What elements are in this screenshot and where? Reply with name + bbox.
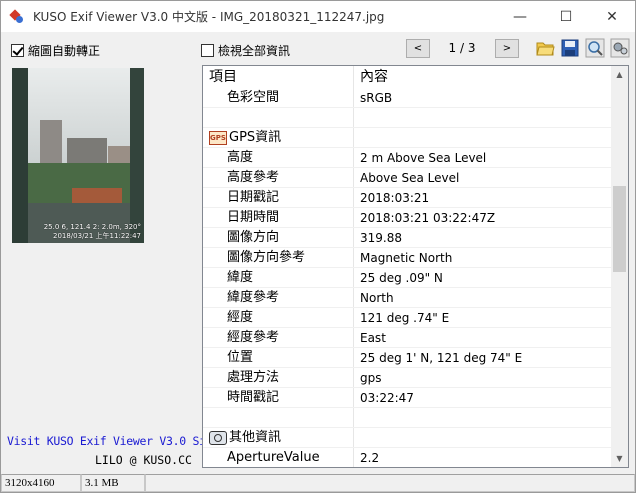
- row-key: 其他資訊: [203, 428, 354, 447]
- table-row[interactable]: ApertureValue 2.2: [203, 448, 613, 467]
- row-key: 日期時間: [203, 208, 354, 227]
- grid-scrollbar[interactable]: ▲ ▼: [611, 66, 628, 467]
- table-row[interactable]: 處理方法 gps: [203, 368, 613, 388]
- row-key: 圖像方向參考: [203, 248, 354, 267]
- table-row[interactable]: 緯度參考 North: [203, 288, 613, 308]
- table-row[interactable]: 高度 2 m Above Sea Level: [203, 148, 613, 168]
- row-key: 日期戳記: [203, 188, 354, 207]
- grid-rows: 色彩空間 sRGB GPS GPS資訊 高度 2 m Above Sea Level 高度參…: [203, 88, 613, 467]
- status-bar: 3120x4160 3.1 MB: [1, 474, 635, 492]
- row-value: 2.2: [360, 451, 380, 465]
- save-icon[interactable]: [560, 38, 580, 58]
- scroll-up-arrow-icon[interactable]: ▲: [611, 66, 628, 83]
- close-button[interactable]: ✕: [589, 1, 635, 32]
- open-folder-icon[interactable]: [535, 38, 555, 58]
- table-row[interactable]: 緯度 25 deg .09" N: [203, 268, 613, 288]
- table-row[interactable]: 時間戳記 03:22:47: [203, 388, 613, 408]
- row-value: 121 deg .74" E: [360, 311, 450, 325]
- row-value: [354, 128, 360, 147]
- row-value: 03:22:47: [360, 391, 414, 405]
- row-key: 時間戳記: [203, 388, 354, 407]
- row-value: 2018:03:21 03:22:47Z: [360, 211, 496, 225]
- window-title: KUSO Exif Viewer V3.0 中文版 - IMG_20180321…: [33, 10, 385, 24]
- section-row[interactable]: 其他資訊: [203, 428, 613, 448]
- status-resolution: 3120x4160: [1, 474, 81, 492]
- table-row[interactable]: 經度參考 East: [203, 328, 613, 348]
- table-row[interactable]: 圖像方向參考 Magnetic North: [203, 248, 613, 268]
- table-row[interactable]: 位置 25 deg 1' N, 121 deg 74" E: [203, 348, 613, 368]
- status-filesize: 3.1 MB: [81, 474, 145, 492]
- table-row[interactable]: 色彩空間 sRGB: [203, 88, 613, 108]
- row-value: North: [360, 291, 394, 305]
- row-value: Above Sea Level: [360, 171, 460, 185]
- row-value: 2018:03:21: [360, 191, 430, 205]
- row-value: 319.88: [360, 231, 402, 245]
- row-key: 位置: [203, 348, 354, 367]
- row-key: 緯度參考: [203, 288, 354, 307]
- photo-date-stamp: 2018/03/21 上午11:22:47: [52, 232, 141, 240]
- column-header-content[interactable]: 內容: [354, 66, 388, 88]
- row-key: [203, 408, 354, 427]
- table-row[interactable]: 經度 121 deg .74" E: [203, 308, 613, 328]
- author-credit: LILO @ KUSO.CC: [95, 453, 192, 467]
- table-row[interactable]: 圖像方向 319.88: [203, 228, 613, 248]
- row-key: 緯度: [203, 268, 354, 287]
- row-key: 圖像方向: [203, 228, 354, 247]
- show-all-checkbox[interactable]: 檢視全部資訊: [201, 42, 290, 59]
- row-value: 25 deg 1' N, 121 deg 74" E: [360, 351, 523, 365]
- table-row[interactable]: [203, 408, 613, 428]
- exif-grid[interactable]: 項目 內容 色彩空間 sRGB GPS GPS資訊 高度 2 m Above Sea Le…: [202, 65, 629, 468]
- column-header-item[interactable]: 項目: [203, 66, 354, 88]
- row-key: 處理方法: [203, 368, 354, 387]
- scroll-down-arrow-icon[interactable]: ▼: [611, 450, 628, 467]
- table-row[interactable]: 日期戳記 2018:03:21: [203, 188, 613, 208]
- section-label: GPS資訊: [229, 129, 282, 145]
- scroll-thumb[interactable]: [613, 186, 626, 272]
- auto-rotate-label: 縮圖自動轉正: [28, 44, 101, 58]
- section-row[interactable]: GPS GPS資訊: [203, 128, 613, 148]
- row-key: ApertureValue: [203, 448, 354, 467]
- row-value: 2 m Above Sea Level: [360, 151, 487, 165]
- app-icon: [9, 8, 25, 25]
- row-key: 高度: [203, 148, 354, 167]
- row-value: [354, 408, 360, 427]
- title-bar: KUSO Exif Viewer V3.0 中文版 - IMG_20180321…: [1, 1, 635, 32]
- show-all-checkbox-box[interactable]: [201, 44, 214, 57]
- camera-icon: [209, 430, 227, 445]
- settings-icon[interactable]: [610, 38, 630, 58]
- zoom-icon[interactable]: [585, 38, 605, 58]
- table-row[interactable]: 高度參考 Above Sea Level: [203, 168, 613, 188]
- next-button[interactable]: >: [495, 39, 519, 58]
- row-value: gps: [360, 371, 382, 385]
- status-empty: [145, 474, 635, 492]
- show-all-label: 檢視全部資訊: [218, 44, 291, 58]
- row-key: 經度: [203, 308, 354, 327]
- row-value: [354, 428, 360, 447]
- auto-rotate-checkbox-box[interactable]: [11, 44, 24, 57]
- row-value: sRGB: [360, 91, 393, 105]
- photo-gps-stamp: 25.0 6, 121.4 2: 2.0m, 320°: [43, 223, 141, 231]
- maximize-button[interactable]: ☐: [543, 1, 589, 32]
- auto-rotate-checkbox[interactable]: 縮圖自動轉正: [11, 42, 100, 59]
- row-key: [203, 108, 354, 127]
- minimize-button[interactable]: —: [497, 1, 543, 32]
- row-key: 高度參考: [203, 168, 354, 187]
- row-key: GPS GPS資訊: [203, 128, 354, 147]
- row-value: 25 deg .09" N: [360, 271, 443, 285]
- visit-site-link[interactable]: Visit KUSO Exif Viewer V3.0 Site: [7, 434, 219, 448]
- row-key: 色彩空間: [203, 88, 354, 107]
- row-value: [354, 108, 360, 127]
- row-key: 經度參考: [203, 328, 354, 347]
- grid-header: 項目 內容: [203, 66, 613, 88]
- gps-icon: GPS: [209, 130, 227, 145]
- section-label: 其他資訊: [229, 429, 282, 445]
- prev-button[interactable]: <: [406, 39, 430, 58]
- table-row[interactable]: 日期時間 2018:03:21 03:22:47Z: [203, 208, 613, 228]
- photo-thumbnail: 25.0 6, 121.4 2: 2.0m, 320° 2018/03/21 上…: [12, 68, 144, 243]
- app-window: KUSO Exif Viewer V3.0 中文版 - IMG_20180321…: [0, 0, 636, 493]
- row-value: Magnetic North: [360, 251, 453, 265]
- table-row[interactable]: [203, 108, 613, 128]
- row-value: East: [360, 331, 386, 345]
- page-indicator: 1 / 3: [448, 41, 476, 55]
